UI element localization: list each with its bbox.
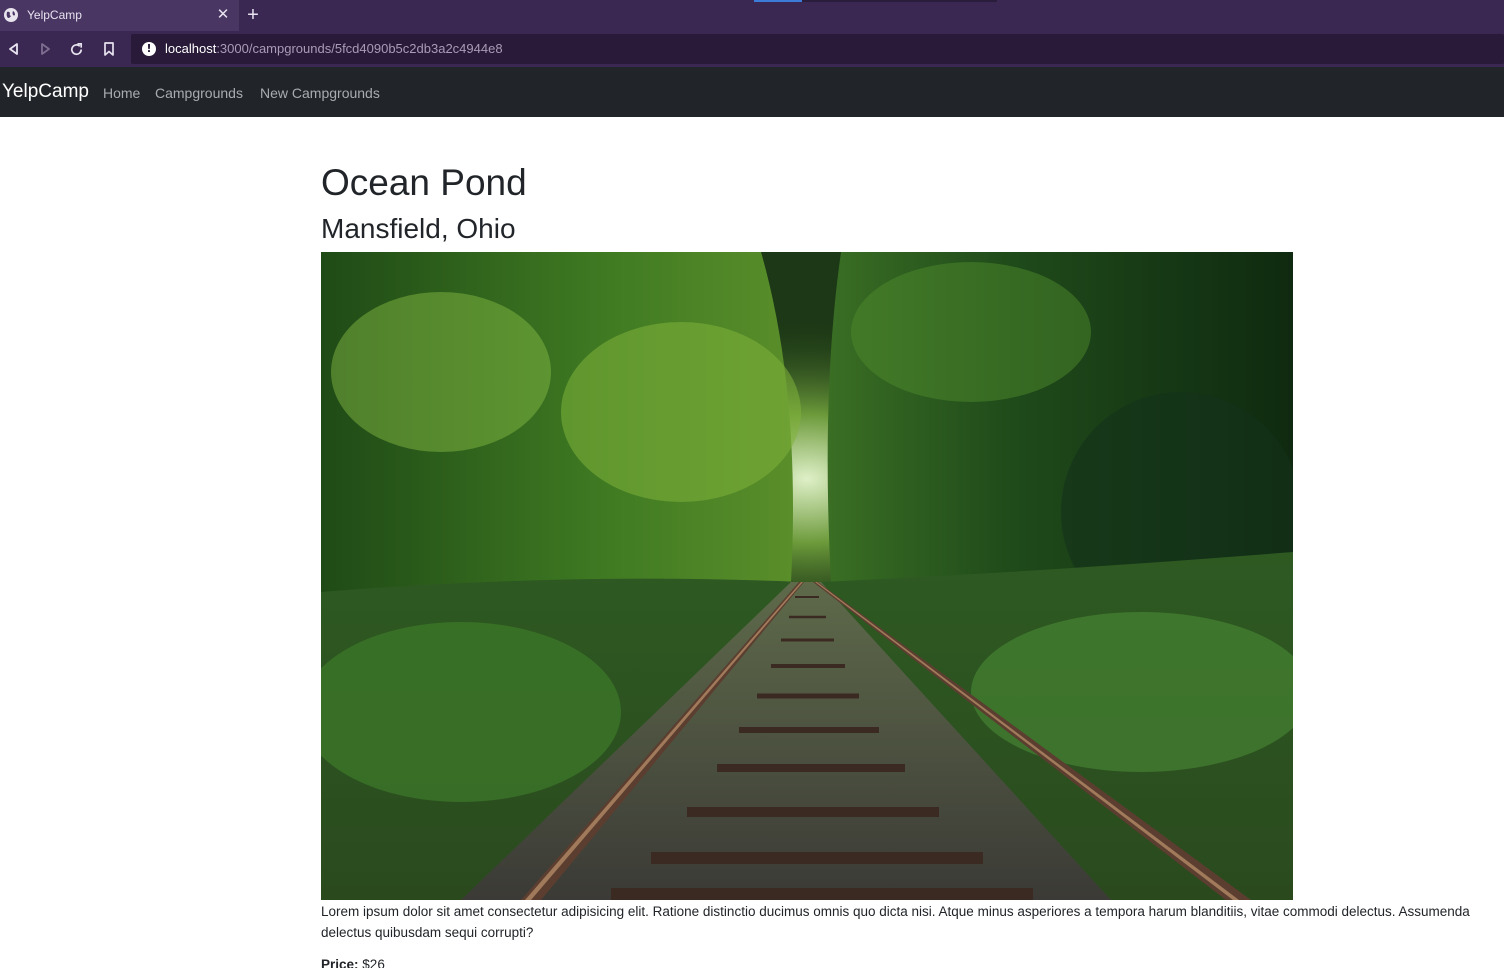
bookmark-icon[interactable] <box>99 39 119 59</box>
reload-icon[interactable] <box>66 39 86 59</box>
url-text[interactable]: localhost:3000/campgrounds/5fcd4090b5c2d… <box>165 41 503 56</box>
url-host: localhost <box>165 41 217 56</box>
forest-railway-photo-icon <box>321 252 1293 900</box>
campground-location: Mansfield, Ohio <box>321 213 516 244</box>
price-label: Price: <box>321 957 359 968</box>
campground-image <box>321 252 1293 900</box>
browser-tab-bar: YelpCamp ✕ + <box>0 0 1504 31</box>
close-icon[interactable]: ✕ <box>215 6 231 24</box>
address-bar[interactable]: ! localhost:3000/campgrounds/5fcd4090b5c… <box>131 34 1504 64</box>
price-value: $26 <box>362 957 385 968</box>
campground-title: Ocean Pond <box>321 162 527 203</box>
nav-link-home[interactable]: Home <box>103 85 140 101</box>
tab-title: YelpCamp <box>27 8 82 22</box>
globe-icon <box>4 8 18 22</box>
new-tab-icon[interactable]: + <box>244 4 262 26</box>
back-icon[interactable] <box>4 39 24 59</box>
brand-link[interactable]: YelpCamp <box>2 81 89 103</box>
site-info-icon[interactable]: ! <box>142 42 156 56</box>
forward-icon[interactable] <box>35 39 55 59</box>
nav-link-new-campgrounds[interactable]: New Campgrounds <box>260 85 380 101</box>
nav-link-campgrounds[interactable]: Campgrounds <box>155 85 243 101</box>
tab-indicator <box>754 0 802 2</box>
browser-toolbar: ! localhost:3000/campgrounds/5fcd4090b5c… <box>0 31 1504 67</box>
campground-price: Price: $26 <box>321 957 385 968</box>
site-navbar: YelpCamp Home Campgrounds New Campground… <box>0 67 1504 117</box>
tab-indicator-track <box>802 0 997 2</box>
browser-tab[interactable]: YelpCamp ✕ <box>0 0 239 31</box>
url-path: :3000/campgrounds/5fcd4090b5c2db3a2c4944… <box>216 41 503 56</box>
campground-description: Lorem ipsum dolor sit amet consectetur a… <box>321 904 1470 940</box>
